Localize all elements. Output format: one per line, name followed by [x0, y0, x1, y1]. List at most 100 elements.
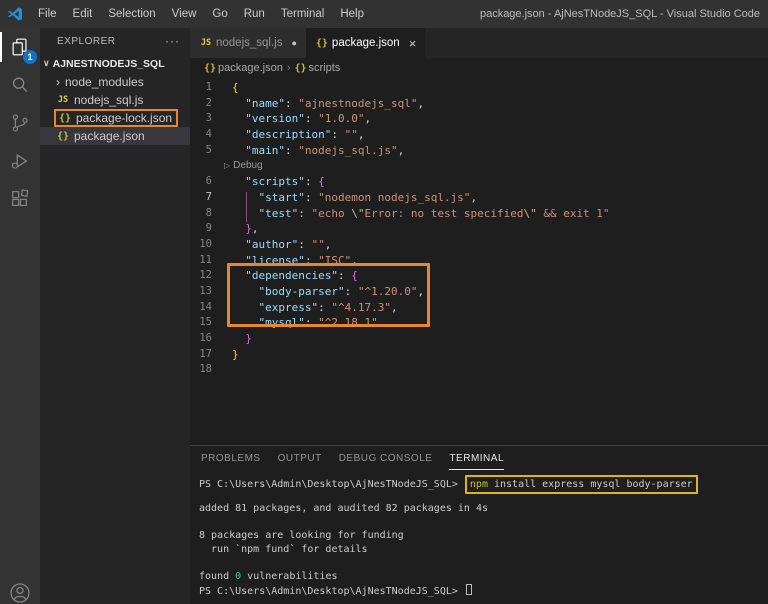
account-icon [8, 581, 32, 604]
activity-search-button[interactable] [0, 66, 40, 104]
menu-edit[interactable]: Edit [65, 0, 101, 28]
command-highlight-box: npm install express mysql body-parser [465, 475, 698, 494]
code-line-4: 4 "description": "", [190, 127, 768, 143]
annotation-highlight-box: {}package-lock.json [54, 109, 178, 127]
tree-item-package-lock.json[interactable]: {}package-lock.json [40, 109, 190, 127]
code-text: "main": "nodejs_sql.js", [220, 143, 404, 159]
activity-run-debug-button[interactable] [0, 142, 40, 180]
panel-tab-terminal[interactable]: TERMINAL [449, 447, 504, 470]
line-number: 13 [190, 284, 220, 300]
line-number: 4 [190, 127, 220, 143]
tab-label: package.json [332, 37, 400, 49]
line-number: 17 [190, 347, 220, 363]
breadcrumb-label: scripts [309, 62, 341, 74]
code-line-8: 8 "test": "echo \"Error: no test specifi… [190, 206, 768, 222]
line-number: 9 [190, 221, 220, 237]
tab-bar: JSnodejs_sql.js●{}package.json× [190, 28, 768, 58]
panel-tab-output[interactable]: OUTPUT [278, 447, 322, 470]
breadcrumb-segment-package.json[interactable]: {}package.json [204, 62, 283, 74]
code-text: "start": "nodemon nodejs_sql.js", [220, 190, 477, 206]
breadcrumb: {}package.json›{}scripts [190, 58, 768, 78]
activity-account-button[interactable] [0, 581, 40, 604]
code-text: } [220, 331, 252, 347]
code-text: "name": "ajnestnodejs_sql", [220, 96, 424, 112]
menu-file[interactable]: File [30, 0, 65, 28]
code-text: "description": "", [220, 127, 364, 143]
code-line-3: 3 "version": "1.0.0", [190, 111, 768, 127]
menu-run[interactable]: Run [236, 0, 273, 28]
json-file-icon: {} [56, 131, 70, 142]
code-text: "mysql": "^2.18.1" [220, 315, 378, 331]
vscode-logo-icon [0, 6, 30, 22]
terminal-cursor [466, 584, 472, 595]
js-file-icon: JS [56, 95, 70, 105]
json-file-icon: {} [58, 113, 72, 124]
editor-group: JSnodejs_sql.js●{}package.json× {}packag… [190, 28, 768, 604]
code-text: } [220, 347, 239, 363]
terminal[interactable]: PS C:\Users\Admin\Desktop\AjNesTNodeJS_S… [190, 471, 768, 604]
menu-go[interactable]: Go [204, 0, 235, 28]
activity-explorer-button[interactable]: 1 [0, 28, 40, 66]
menu-view[interactable]: View [164, 0, 205, 28]
bracket-pair-guide [246, 192, 247, 222]
codelens-debug[interactable]: ▷Debug [190, 158, 768, 174]
terminal-blank-line [199, 557, 768, 571]
menu-terminal[interactable]: Terminal [273, 0, 332, 28]
activity-extensions-button[interactable] [0, 180, 40, 218]
line-number: 3 [190, 111, 220, 127]
folder-root-label: AJNESTNODEJS_SQL [53, 58, 165, 70]
tab-nodejs_sql.js[interactable]: JSnodejs_sql.js● [190, 28, 306, 58]
code-line-11: 11 "license": "ISC", [190, 253, 768, 269]
code-text: { [220, 80, 239, 96]
window-title: package.json - AjNesTNodeJS_SQL - Visual… [480, 8, 768, 20]
breadcrumb-segment-scripts[interactable]: {}scripts [295, 62, 341, 74]
folder-root[interactable]: ∨ AJNESTNODEJS_SQL [40, 54, 190, 73]
code-line-15: 15 "mysql": "^2.18.1" [190, 315, 768, 331]
code-editor[interactable]: 1{2 "name": "ajnestnodejs_sql",3 "versio… [190, 78, 768, 445]
close-icon[interactable]: × [409, 36, 417, 51]
tree-item-node_modules[interactable]: ›node_modules [40, 73, 190, 91]
line-number: 18 [190, 362, 220, 378]
terminal-blank-line [199, 495, 768, 502]
line-number: 12 [190, 268, 220, 284]
modified-dot-icon: ● [291, 38, 296, 48]
activity-bar: 1 [0, 28, 40, 604]
tab-package.json[interactable]: {}package.json× [306, 28, 425, 58]
code-line-16: 16 } [190, 331, 768, 347]
title-bar: FileEditSelectionViewGoRunTerminalHelp p… [0, 0, 768, 28]
breadcrumb-separator-icon: › [287, 62, 291, 74]
explorer-sidebar: EXPLORER ··· ∨ AJNESTNODEJS_SQL ›node_mo… [40, 28, 190, 604]
line-number: 15 [190, 315, 220, 331]
tree-item-nodejs_sql.js[interactable]: JSnodejs_sql.js [40, 91, 190, 109]
search-icon [9, 74, 31, 96]
extensions-icon [9, 188, 31, 210]
line-number: 8 [190, 206, 220, 222]
command-name: npm [470, 479, 488, 490]
run-debug-icon [9, 150, 31, 172]
explorer-badge: 1 [23, 50, 37, 64]
line-number: 5 [190, 143, 220, 159]
sidebar-header: EXPLORER ··· [40, 28, 190, 54]
menu-selection[interactable]: Selection [100, 0, 163, 28]
terminal-prompt: PS C:\Users\Admin\Desktop\AjNesTNodeJS_S… [199, 479, 464, 490]
panel-tab-debug-console[interactable]: DEBUG CONSOLE [339, 447, 433, 470]
js-file-icon: JS [199, 38, 213, 48]
panel-tab-problems[interactable]: PROBLEMS [201, 447, 261, 470]
json-symbol-icon: {} [204, 63, 216, 74]
workbench: 1 [0, 28, 768, 604]
json-symbol-icon: {} [295, 63, 307, 74]
more-actions-icon[interactable]: ··· [165, 34, 180, 48]
menu-help[interactable]: Help [332, 0, 372, 28]
code-line-6: 6 "scripts": { [190, 174, 768, 190]
terminal-prompt: PS C:\Users\Admin\Desktop\AjNesTNodeJS_S… [199, 586, 464, 597]
file-tree: ›node_modulesJSnodejs_sql.js{}package-lo… [40, 73, 190, 145]
tree-item-package.json[interactable]: {}package.json [40, 127, 190, 145]
code-text: }, [220, 221, 259, 237]
chevron-down-icon: ∨ [43, 58, 50, 69]
code-text: "author": "", [220, 237, 331, 253]
terminal-command-line: PS C:\Users\Admin\Desktop\AjNesTNodeJS_S… [199, 474, 768, 495]
code-text: "version": "1.0.0", [220, 111, 371, 127]
activity-source-control-button[interactable] [0, 104, 40, 142]
source-control-icon [9, 112, 31, 134]
code-line-2: 2 "name": "ajnestnodejs_sql", [190, 96, 768, 112]
